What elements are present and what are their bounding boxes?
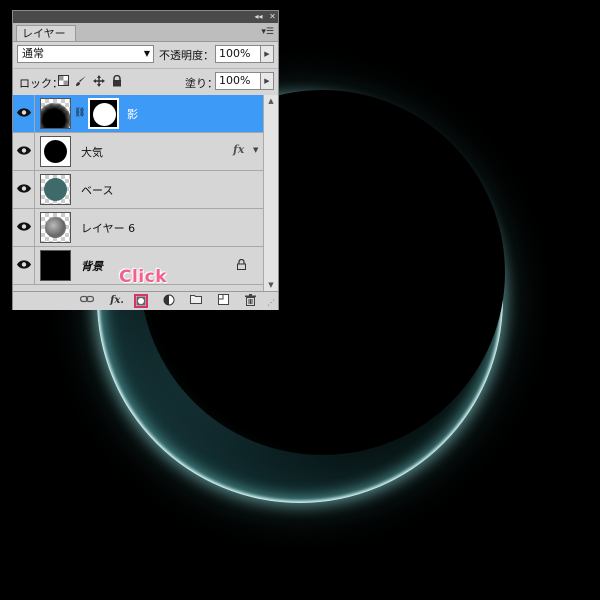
layer-thumbnail[interactable] — [40, 212, 71, 243]
expand-effects-icon[interactable]: ▼ — [253, 146, 258, 154]
folder-icon[interactable] — [189, 294, 203, 308]
link-icon[interactable] — [79, 294, 95, 308]
layers-panel: ◂◂ ✕ レイヤー ▾☰ 通常 ▼ 不透明度： 100% ▶ ロック： 塗り： … — [12, 10, 279, 310]
panel-tabbar: レイヤー ▾☰ — [13, 23, 278, 42]
new-layer-icon[interactable] — [216, 294, 230, 308]
opacity-label: 不透明度： — [159, 49, 214, 62]
fill-input[interactable]: 100% — [215, 72, 261, 90]
eye-icon — [17, 146, 31, 155]
eye-icon — [17, 108, 31, 117]
fx-icon[interactable]: fx — [233, 143, 244, 156]
layer-thumbnail[interactable] — [40, 250, 71, 281]
layer-row-shadow[interactable]: ⛓ 影 — [13, 95, 263, 133]
layer-name: 影 — [127, 108, 138, 121]
layer-name: 大気 — [81, 146, 103, 159]
layers-list: ⛓ 影 大気 fx ▼ ベース レイヤー 6 背景 — [13, 95, 263, 291]
eye-icon — [17, 184, 31, 193]
blend-opacity-row: 通常 ▼ 不透明度： 100% ▶ — [13, 42, 278, 68]
scroll-down-icon[interactable]: ▼ — [264, 279, 278, 291]
lock-fill-row: ロック： 塗り： 100% ▶ — [13, 68, 278, 95]
panel-titlebar: ◂◂ ✕ — [13, 11, 278, 23]
opacity-input[interactable]: 100% — [215, 45, 261, 63]
layer-mask-thumbnail[interactable] — [88, 98, 119, 129]
fill-label: 塗り： — [185, 77, 218, 90]
chevron-down-icon: ▼ — [143, 49, 150, 58]
layer-row-base[interactable]: ベース — [13, 171, 263, 209]
lock-move-icon[interactable] — [93, 75, 105, 87]
visibility-toggle[interactable] — [13, 247, 35, 284]
visibility-toggle[interactable] — [13, 133, 35, 170]
scroll-up-icon[interactable]: ▲ — [264, 95, 278, 107]
close-icon[interactable]: ✕ — [267, 11, 278, 22]
add-mask-icon[interactable] — [134, 294, 148, 308]
lock-brush-icon[interactable] — [75, 75, 87, 87]
layer-row-atmosphere[interactable]: 大気 fx ▼ — [13, 133, 263, 171]
eye-icon — [17, 222, 31, 231]
layer-thumbnail[interactable] — [40, 98, 71, 129]
visibility-toggle[interactable] — [13, 209, 35, 246]
adjustment-icon[interactable] — [162, 294, 176, 308]
click-annotation: Click — [119, 267, 168, 287]
lock-all-icon[interactable] — [111, 74, 123, 87]
visibility-toggle[interactable] — [13, 95, 35, 132]
layers-scrollbar[interactable]: ▲ ▼ — [263, 95, 278, 291]
fx-icon[interactable]: fx. — [107, 294, 127, 308]
panel-bottom-bar: fx. ⋰ — [13, 291, 278, 310]
lock-transparent-icon[interactable] — [57, 75, 69, 87]
lock-icon — [237, 258, 246, 273]
collapse-icon[interactable]: ◂◂ — [253, 11, 264, 22]
layer-name: ベース — [81, 184, 114, 197]
layer-row-layer6[interactable]: レイヤー 6 — [13, 209, 263, 247]
blend-mode-select[interactable]: 通常 ▼ — [17, 45, 154, 63]
layer-name: レイヤー 6 — [81, 222, 136, 235]
opacity-stepper[interactable]: ▶ — [260, 45, 274, 63]
tab-layers[interactable]: レイヤー — [16, 25, 76, 41]
layer-thumbnail[interactable] — [40, 136, 71, 167]
chain-link-icon[interactable]: ⛓ — [74, 108, 85, 118]
trash-icon[interactable] — [243, 294, 257, 308]
layer-thumbnail[interactable] — [40, 174, 71, 205]
layer-name: 背景 — [81, 260, 103, 273]
eye-icon — [17, 260, 31, 269]
panel-menu-icon[interactable]: ▾☰ — [261, 27, 274, 37]
fill-stepper[interactable]: ▶ — [260, 72, 274, 90]
blend-mode-value: 通常 — [22, 47, 44, 60]
visibility-toggle[interactable] — [13, 171, 35, 208]
resize-grip-icon[interactable]: ⋰ — [267, 298, 275, 307]
